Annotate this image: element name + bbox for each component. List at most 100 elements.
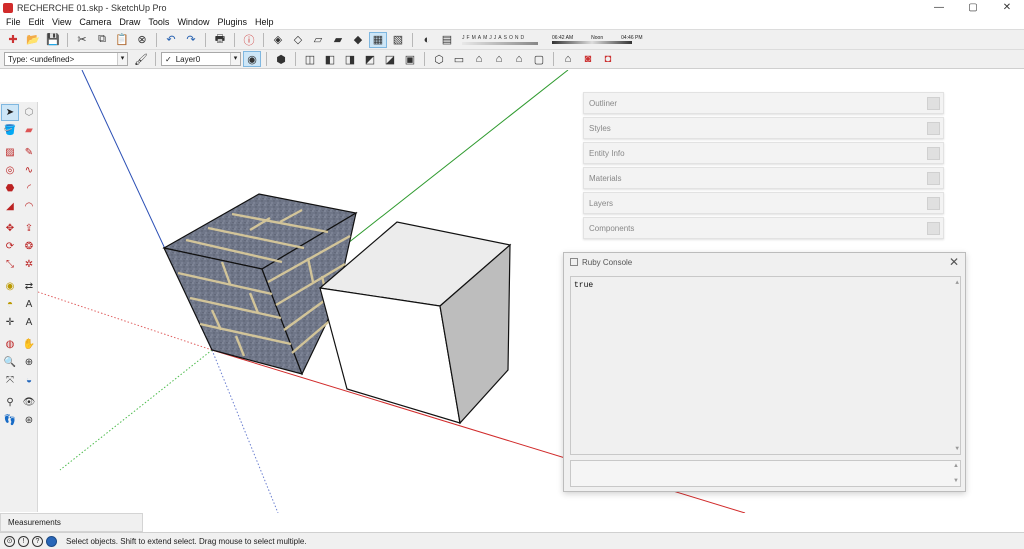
new-file-icon[interactable]: ✚ xyxy=(4,32,22,48)
right-view-icon[interactable]: ⌂ xyxy=(490,51,508,67)
tray-panel-components[interactable]: Components xyxy=(583,217,944,239)
menu-draw[interactable]: Draw xyxy=(115,17,144,27)
maximize-button[interactable]: ▢ xyxy=(956,0,990,15)
fog-toggle-icon[interactable]: ▤ xyxy=(438,32,456,48)
iso-view-icon[interactable]: ⬢ xyxy=(272,51,290,67)
offset-tool-icon[interactable]: ✲ xyxy=(20,256,38,273)
left-view-icon[interactable]: ▢ xyxy=(530,51,548,67)
text-tool-icon[interactable]: A xyxy=(20,296,38,313)
panel-toggle-icon[interactable] xyxy=(927,197,940,210)
time-track[interactable] xyxy=(552,41,632,44)
menu-window[interactable]: Window xyxy=(173,17,213,27)
model-info-icon[interactable]: ⓘ xyxy=(240,32,258,48)
scroll-down-icon[interactable]: ▼ xyxy=(955,445,959,452)
shadow-date-slider[interactable]: J F M A M J J A S O N D xyxy=(462,35,538,45)
front-view-icon[interactable]: ⌂ xyxy=(470,51,488,67)
make-component-icon[interactable]: ⬡ xyxy=(20,104,38,121)
tray-panel-outliner[interactable]: Outliner xyxy=(583,92,944,114)
ruby-console-input[interactable]: ▲ ▼ xyxy=(570,460,961,487)
ruby-console-titlebar[interactable]: Ruby Console xyxy=(564,253,965,271)
two-point-arc-icon[interactable]: ◢ xyxy=(1,198,19,215)
monochrome-style-icon[interactable]: ▧ xyxy=(389,32,407,48)
menu-help[interactable]: Help xyxy=(251,17,278,27)
menu-view[interactable]: View xyxy=(48,17,75,27)
xray-style-icon[interactable]: ◈ xyxy=(269,32,287,48)
shaded-style-icon[interactable]: ◆ xyxy=(349,32,367,48)
layer-manager-icon[interactable]: ◉ xyxy=(243,51,261,67)
dimension-tool-icon[interactable]: ⇄ xyxy=(20,278,38,295)
paste-icon[interactable]: 📋 xyxy=(113,32,131,48)
3d-text-tool-icon[interactable]: A xyxy=(20,314,38,331)
share-model-icon[interactable]: ◙ xyxy=(579,51,597,67)
geo-location-icon[interactable]: ⊙ xyxy=(4,535,15,547)
user-account-icon[interactable] xyxy=(46,535,57,547)
paint-bucket-tool-icon[interactable]: 🪣 xyxy=(1,122,19,139)
save-icon[interactable]: 💾 xyxy=(44,32,62,48)
top-view-icon[interactable]: ▭ xyxy=(450,51,468,67)
zoom-tool-icon[interactable]: 🔍 xyxy=(1,354,19,371)
iso-camera-icon[interactable]: ⬡ xyxy=(430,51,448,67)
line-tool-icon[interactable]: ✎ xyxy=(20,144,38,161)
tray-panel-styles[interactable]: Styles xyxy=(583,117,944,139)
panel-toggle-icon[interactable] xyxy=(927,222,940,235)
follow-me-tool-icon[interactable]: ❂ xyxy=(20,238,38,255)
zoom-extents-icon[interactable]: ⤧ xyxy=(1,372,19,389)
panel-toggle-icon[interactable] xyxy=(927,172,940,185)
warehouse-icon[interactable]: ⌂ xyxy=(559,51,577,67)
pie-tool-icon[interactable]: ◠ xyxy=(20,198,38,215)
rotate-tool-icon[interactable]: ⟳ xyxy=(1,238,19,255)
walk-tool-icon[interactable]: 👣 xyxy=(1,412,19,429)
extension-warehouse-icon[interactable]: ◘ xyxy=(599,51,617,67)
polygon-tool-icon[interactable]: ⬣ xyxy=(1,180,19,197)
chevron-down-icon[interactable]: ▾ xyxy=(117,53,127,65)
menu-camera[interactable]: Camera xyxy=(75,17,115,27)
print-icon[interactable]: 🖶 xyxy=(211,32,229,48)
look-around-icon[interactable]: 👁 xyxy=(20,394,38,411)
date-track[interactable] xyxy=(462,41,538,45)
erase-icon[interactable]: ⊗ xyxy=(133,32,151,48)
panel-toggle-icon[interactable] xyxy=(927,97,940,110)
hidden-line-style-icon[interactable]: ▰ xyxy=(329,32,347,48)
protractor-tool-icon[interactable]: ◓ xyxy=(1,296,19,313)
menu-plugins[interactable]: Plugins xyxy=(213,17,251,27)
wireframe-style-icon[interactable]: ▱ xyxy=(309,32,327,48)
circle-tool-icon[interactable]: ◎ xyxy=(1,162,19,179)
groups-icon[interactable]: ▣ xyxy=(401,51,419,67)
axes-tool-icon[interactable]: ✛ xyxy=(1,314,19,331)
paint-bucket-icon[interactable]: 🖌 xyxy=(132,51,150,67)
cut-icon[interactable]: ✂ xyxy=(73,32,91,48)
back-edges-style-icon[interactable]: ◇ xyxy=(289,32,307,48)
select-tool-icon[interactable]: ➤ xyxy=(1,104,19,121)
section-fill-icon[interactable]: ◩ xyxy=(361,51,379,67)
shadows-toggle-icon[interactable]: ◐ xyxy=(418,32,436,48)
measurements-box[interactable]: Measurements xyxy=(0,513,143,532)
components-icon[interactable]: ◪ xyxy=(381,51,399,67)
previous-view-icon[interactable]: ◒ xyxy=(20,372,38,389)
scroll-up-icon[interactable]: ▲ xyxy=(953,463,959,469)
copy-icon[interactable]: ⧉ xyxy=(93,32,111,48)
minimize-button[interactable]: — xyxy=(922,0,956,15)
help-icon[interactable]: ? xyxy=(32,535,43,547)
eraser-tool-icon[interactable]: ▰ xyxy=(20,122,38,139)
position-camera-icon[interactable]: ⚲ xyxy=(1,394,19,411)
undo-icon[interactable]: ↶ xyxy=(162,32,180,48)
layer-dropdown[interactable]: ✓ Layer0 ▾ xyxy=(161,52,241,66)
menu-edit[interactable]: Edit xyxy=(25,17,49,27)
move-tool-icon[interactable]: ✥ xyxy=(1,220,19,237)
panel-toggle-icon[interactable] xyxy=(927,147,940,160)
shaded-textures-style-icon[interactable]: ▦ xyxy=(369,31,387,48)
scroll-up-icon[interactable]: ▲ xyxy=(955,279,959,286)
white-box[interactable] xyxy=(318,221,512,425)
rectangle-tool-icon[interactable]: ▨ xyxy=(1,144,19,161)
section-cut-icon[interactable]: ◨ xyxy=(341,51,359,67)
menu-file[interactable]: File xyxy=(2,17,25,27)
open-folder-icon[interactable]: 📂 xyxy=(24,32,42,48)
section-plane-icon[interactable]: ◫ xyxy=(301,51,319,67)
back-view-icon[interactable]: ⌂ xyxy=(510,51,528,67)
panel-toggle-icon[interactable] xyxy=(927,122,940,135)
scroll-down-icon[interactable]: ▼ xyxy=(953,478,959,484)
pan-tool-icon[interactable]: ✋ xyxy=(20,336,38,353)
push-pull-tool-icon[interactable]: ⇪ xyxy=(20,220,38,237)
tape-measure-tool-icon[interactable]: ◉ xyxy=(1,278,19,295)
chevron-down-icon[interactable]: ▾ xyxy=(230,53,240,65)
